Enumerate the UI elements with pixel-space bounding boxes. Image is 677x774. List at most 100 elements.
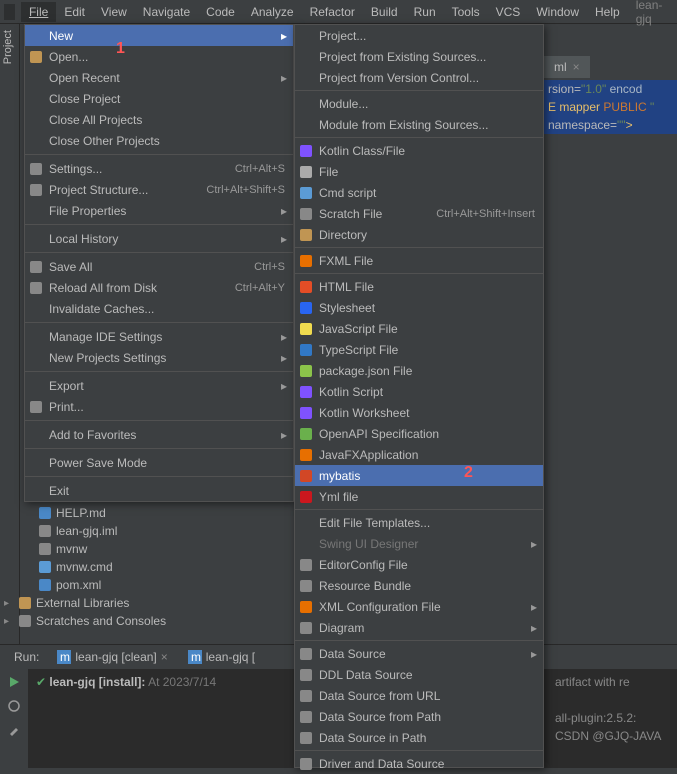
file-menu-item[interactable]: Print... [25, 396, 293, 417]
tree-item[interactable]: mvnw [20, 540, 294, 558]
menu-item-label: Module from Existing Sources... [319, 118, 488, 132]
menu-item-label: Module... [319, 97, 368, 111]
menu-analyze[interactable]: Analyze [243, 2, 302, 22]
new-menu-item[interactable]: Diagram▸ [295, 617, 543, 638]
file-menu-item[interactable]: Open... [25, 46, 293, 67]
file-menu-item[interactable]: Add to Favorites▸ [25, 424, 293, 445]
new-menu-item[interactable]: Cmd script [295, 182, 543, 203]
file-menu-item[interactable]: Open Recent▸ [25, 67, 293, 88]
new-menu-item[interactable]: XML Configuration File▸ [295, 596, 543, 617]
chevron-icon[interactable]: ▸ [4, 616, 9, 627]
run-tab-install[interactable]: m lean-gjq [ [180, 648, 263, 666]
file-menu-item[interactable]: Export▸ [25, 375, 293, 396]
new-menu-item[interactable]: package.json File [295, 360, 543, 381]
menu-view[interactable]: View [93, 2, 135, 22]
menu-file[interactable]: File [21, 2, 56, 22]
tree-item[interactable]: HELP.md [20, 504, 294, 522]
file-menu-item[interactable]: Close Project [25, 88, 293, 109]
new-menu-item[interactable]: Yml file [295, 486, 543, 507]
kotlin-icon [299, 385, 313, 399]
wrench-icon[interactable] [7, 723, 21, 737]
file-menu-item[interactable]: New Projects Settings▸ [25, 347, 293, 368]
new-menu-item[interactable]: TypeScript File [295, 339, 543, 360]
tree-item[interactable]: ▸External Libraries [0, 594, 294, 612]
close-icon[interactable]: × [161, 650, 168, 664]
scratch-icon [299, 207, 313, 221]
new-menu-item[interactable]: JavaFXApplication [295, 444, 543, 465]
new-menu-item[interactable]: Project from Version Control... [295, 67, 543, 88]
file-menu-item[interactable]: Exit [25, 480, 293, 501]
new-menu-item[interactable]: Kotlin Script [295, 381, 543, 402]
settings-icon[interactable] [7, 699, 21, 713]
menu-build[interactable]: Build [363, 2, 406, 22]
menu-item-label: Data Source in Path [319, 731, 426, 745]
file-menu-item[interactable]: Power Save Mode [25, 452, 293, 473]
tree-item[interactable]: pom.xml [20, 576, 294, 594]
new-menu-item[interactable]: Scratch FileCtrl+Alt+Shift+Insert [295, 203, 543, 224]
editor-area[interactable]: rsion="1.0" encod E mapper PUBLIC " name… [544, 80, 677, 134]
new-menu-item[interactable]: Stylesheet [295, 297, 543, 318]
new-menu-item[interactable]: Driver and Data Source [295, 753, 543, 774]
menu-navigate[interactable]: Navigate [135, 2, 198, 22]
new-menu-item[interactable]: JavaScript File [295, 318, 543, 339]
run-tab-clean[interactable]: m lean-gjq [clean] × [49, 648, 175, 666]
project-tool-tab[interactable]: Project [0, 24, 16, 70]
lib-icon [18, 596, 32, 610]
file-menu-item[interactable]: Reload All from DiskCtrl+Alt+Y [25, 277, 293, 298]
menu-code[interactable]: Code [198, 2, 243, 22]
file-menu-item[interactable]: Settings...Ctrl+Alt+S [25, 158, 293, 179]
menu-refactor[interactable]: Refactor [302, 2, 363, 22]
new-menu-item[interactable]: Project... [295, 25, 543, 46]
menu-window[interactable]: Window [528, 2, 587, 22]
file-menu-item[interactable]: Close Other Projects [25, 130, 293, 151]
db-icon [299, 647, 313, 661]
new-menu-item[interactable]: FXML File [295, 250, 543, 271]
tree-item[interactable]: lean-gjq.iml [20, 522, 294, 540]
new-menu-item[interactable]: Data Source▸ [295, 643, 543, 664]
new-menu-item[interactable]: Module... [295, 93, 543, 114]
file-menu-item[interactable]: File Properties▸ [25, 200, 293, 221]
file-menu-item[interactable]: Project Structure...Ctrl+Alt+Shift+S [25, 179, 293, 200]
menu-item-label: Data Source from Path [319, 710, 441, 724]
new-menu-item[interactable]: Edit File Templates... [295, 512, 543, 533]
editor-tab[interactable]: ml × [544, 56, 590, 78]
new-menu-item[interactable]: Directory [295, 224, 543, 245]
chevron-icon[interactable]: ▸ [4, 598, 9, 609]
new-menu-item[interactable]: Data Source from Path [295, 706, 543, 727]
new-menu-item[interactable]: Kotlin Worksheet [295, 402, 543, 423]
menu-vcs[interactable]: VCS [488, 2, 529, 22]
file-menu-item[interactable]: Local History▸ [25, 228, 293, 249]
new-menu-item[interactable]: Data Source from URL [295, 685, 543, 706]
new-menu-item[interactable]: mybatis [295, 465, 543, 486]
new-menu-item[interactable]: DDL Data Source [295, 664, 543, 685]
tree-item[interactable]: ▸Scratches and Consoles [0, 612, 294, 630]
file-menu-item[interactable]: Manage IDE Settings▸ [25, 326, 293, 347]
menu-tools[interactable]: Tools [444, 2, 488, 22]
ddl-icon [299, 668, 313, 682]
close-icon[interactable]: × [573, 60, 580, 74]
yml-icon [299, 490, 313, 504]
new-menu-item[interactable]: Project from Existing Sources... [295, 46, 543, 67]
shortcut-label: Ctrl+S [254, 261, 285, 273]
new-menu-item[interactable]: EditorConfig File [295, 554, 543, 575]
tree-item[interactable]: mvnw.cmd [20, 558, 294, 576]
file-menu-item[interactable]: Close All Projects [25, 109, 293, 130]
new-menu-item[interactable]: HTML File [295, 276, 543, 297]
menu-edit[interactable]: Edit [56, 2, 93, 22]
new-menu-item[interactable]: Module from Existing Sources... [295, 114, 543, 135]
new-menu-item[interactable]: File [295, 161, 543, 182]
run-icon[interactable] [7, 675, 21, 689]
new-menu-item[interactable]: Kotlin Class/File [295, 140, 543, 161]
file-menu-item[interactable]: New▸ [25, 25, 293, 46]
new-menu-item[interactable]: Resource Bundle [295, 575, 543, 596]
scratch-icon [18, 614, 32, 628]
editor-tab-label: ml [554, 60, 567, 74]
menu-help[interactable]: Help [587, 2, 628, 22]
file-menu-item[interactable]: Save AllCtrl+S [25, 256, 293, 277]
new-menu-item[interactable]: Data Source in Path [295, 727, 543, 748]
file-menu-item[interactable]: Invalidate Caches... [25, 298, 293, 319]
annotation-1: 1 [116, 40, 125, 58]
new-menu-item[interactable]: OpenAPI Specification [295, 423, 543, 444]
menu-item-label: mybatis [319, 469, 360, 483]
menu-run[interactable]: Run [406, 2, 444, 22]
